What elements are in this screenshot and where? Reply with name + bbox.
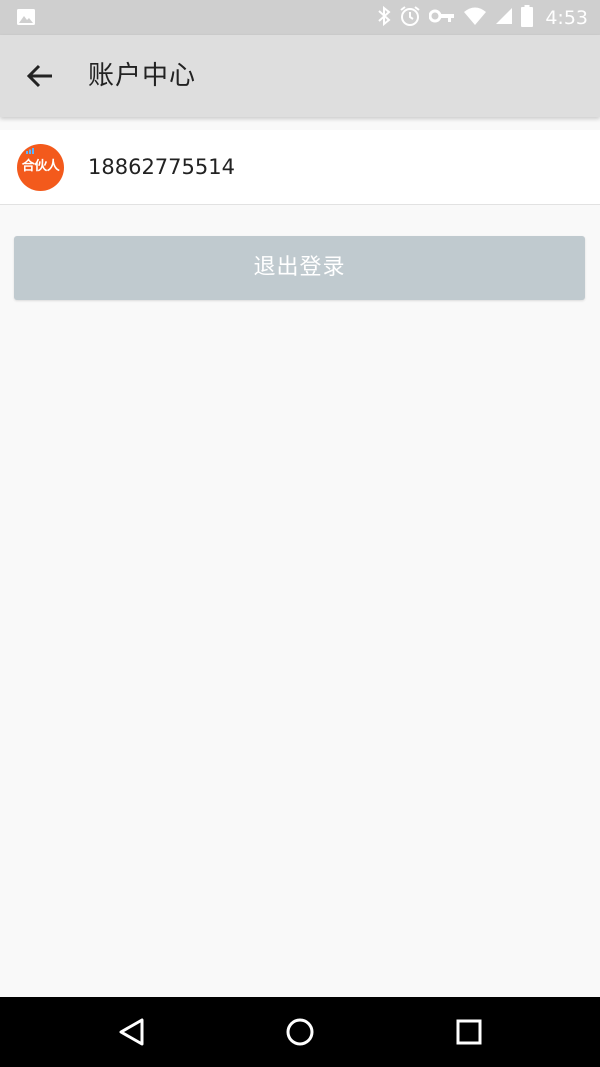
page-title: 账户中心 bbox=[88, 61, 197, 91]
app-bar: 账户中心 bbox=[0, 35, 600, 117]
back-button[interactable] bbox=[20, 56, 60, 96]
bluetooth-icon bbox=[377, 5, 391, 30]
arrow-back-icon bbox=[26, 64, 52, 88]
logo-mark-icon bbox=[26, 148, 34, 154]
status-bar: 4:53 bbox=[0, 0, 600, 35]
avatar-text: 合伙人 bbox=[21, 159, 60, 174]
recents-square-icon bbox=[456, 1019, 482, 1045]
logout-button[interactable]: 退出登录 bbox=[14, 236, 585, 300]
alarm-icon bbox=[399, 5, 421, 31]
status-icons: 4:53 bbox=[377, 0, 588, 35]
wifi-icon bbox=[463, 6, 487, 30]
nav-back-button[interactable] bbox=[112, 1012, 152, 1052]
image-icon bbox=[16, 8, 36, 26]
avatar: 合伙人 bbox=[17, 144, 64, 191]
account-row[interactable]: 合伙人 18862775514 bbox=[0, 130, 600, 205]
signal-icon bbox=[495, 7, 513, 29]
navigation-bar bbox=[0, 997, 600, 1067]
status-time: 4:53 bbox=[545, 6, 588, 29]
nav-home-button[interactable] bbox=[280, 1012, 320, 1052]
back-triangle-icon bbox=[119, 1018, 144, 1046]
vpn-key-icon bbox=[428, 8, 455, 27]
home-circle-icon bbox=[286, 1018, 314, 1046]
battery-icon bbox=[521, 4, 534, 31]
phone-number: 18862775514 bbox=[88, 155, 235, 179]
nav-recents-button[interactable] bbox=[449, 1012, 489, 1052]
